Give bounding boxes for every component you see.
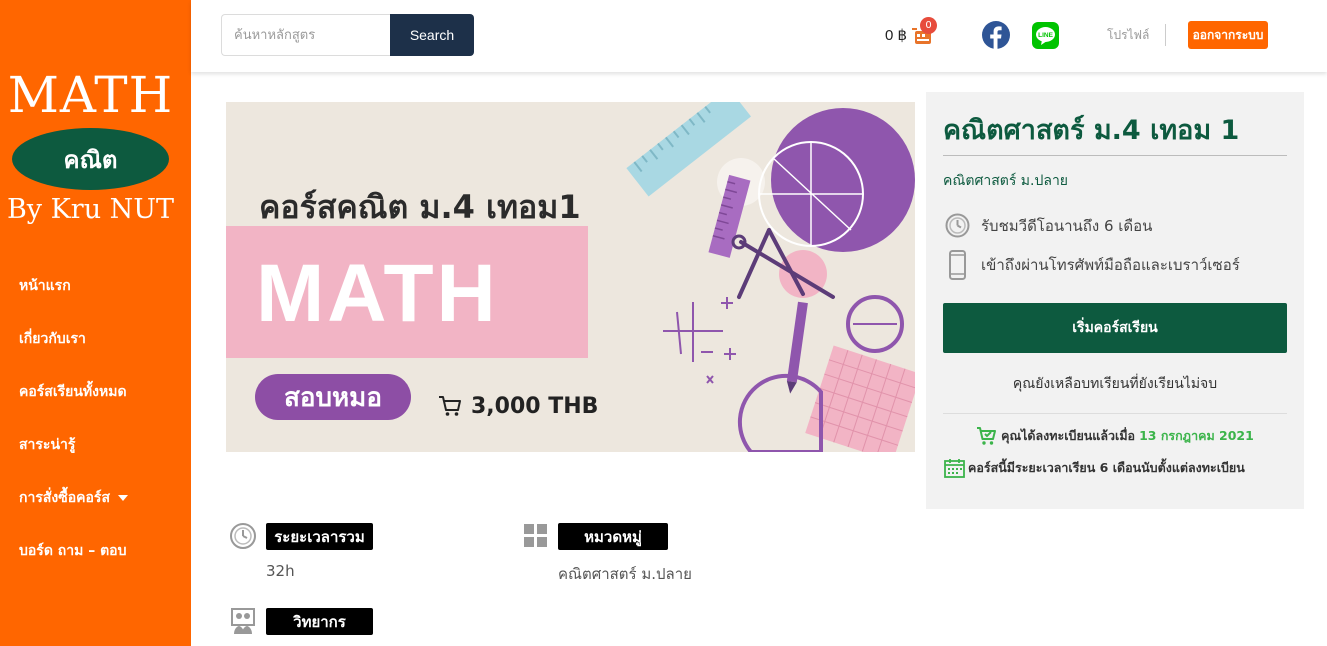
line-icon[interactable]: LINE: [1032, 22, 1059, 49]
sidebar-item-articles[interactable]: สาระน่ารู้: [19, 434, 75, 456]
banner-math-text: MATH: [256, 248, 499, 339]
sidebar-item-label: สาระน่ารู้: [19, 437, 76, 453]
feature-text: เข้าถึงผ่านโทรศัพท์มือถือและเบราว์เซอร์: [981, 256, 1240, 274]
sidebar-item-home[interactable]: หน้าแรก: [19, 275, 71, 297]
course-info-panel: คณิตศาสตร์ ม.4 เทอม 1 คณิตศาสตร์ ม.ปลาย …: [926, 92, 1304, 509]
sidebar-item-label: หน้าแรก: [19, 278, 71, 294]
sidebar-item-label: การสั่งซื้อคอร์ส: [19, 490, 110, 506]
duration-label: ระยะเวลารวม: [266, 523, 373, 550]
logo-byline: By Kru NUT: [6, 194, 175, 225]
cart-badge: 0: [920, 17, 937, 34]
calendar-icon: [944, 459, 965, 478]
course-category-link[interactable]: คณิตศาสตร์ ม.ปลาย: [943, 170, 1068, 192]
category-label: หมวดหมู่: [558, 523, 668, 550]
banner-pill: สอบหมอ: [255, 374, 411, 420]
sidebar-item-label: บอร์ด ถาม – ตอบ: [19, 543, 127, 559]
sidebar-item-label: เกี่ยวกับเรา: [19, 331, 86, 347]
header-divider: [1165, 24, 1166, 46]
remaining-lessons-text: คุณยังเหลือบทเรียนที่ยังเรียนไม่จบ: [1012, 376, 1218, 392]
math-tools-illustration: [626, 102, 915, 452]
profile-link[interactable]: โปรไฟล์: [1107, 26, 1149, 45]
duration-note: คอร์สนี้มีระยะเวลาเรียน 6 เดือนนับตั้งแต…: [944, 458, 1294, 478]
grid-icon: [524, 524, 547, 547]
sidebar: MATH คณิต By Kru NUT หน้าแรก เกี่ยวกับเร…: [0, 0, 191, 646]
banner-price: 3,000 THB: [471, 394, 599, 419]
phone-icon: [949, 250, 966, 280]
sidebar-item-label: คอร์สเรียนทั้งหมด: [19, 384, 127, 400]
sidebar-item-all-courses[interactable]: คอร์สเรียนทั้งหมด: [19, 381, 127, 403]
sidebar-item-order[interactable]: การสั่งซื้อคอร์ส: [19, 487, 128, 509]
top-header: Search 0 ฿ 0 LINE โปรไฟล์ ออกจากระบบ: [191, 0, 1327, 72]
feature-video-duration: รับชมวีดีโอนานถึง 6 เดือน: [945, 213, 1152, 238]
chevron-down-icon: [118, 495, 128, 501]
sidebar-item-about[interactable]: เกี่ยวกับเรา: [19, 328, 86, 350]
facebook-icon[interactable]: [982, 21, 1010, 49]
cart-check-icon: [977, 427, 997, 445]
search-input[interactable]: [221, 14, 390, 56]
cart-amount: 0 ฿: [885, 27, 908, 44]
svg-text:LINE: LINE: [1038, 32, 1053, 39]
instructor-icon: [231, 608, 255, 634]
feature-text: รับชมวีดีโอนานถึง 6 เดือน: [981, 216, 1153, 235]
logo-oval: คณิต: [12, 128, 169, 190]
panel-divider: [943, 413, 1287, 414]
start-course-button[interactable]: เริ่มคอร์สเรียน: [943, 303, 1287, 353]
clock-icon: [945, 213, 970, 238]
registration-date: 13 กรกฎาคม 2021: [1139, 428, 1254, 443]
registration-label: คุณได้ลงทะเบียนแล้วเมื่อ: [1001, 428, 1136, 443]
course-banner: คอร์สคณิต ม.4 เทอม1 MATH สอบหมอ 3,000 TH…: [226, 102, 915, 452]
clock-icon: [230, 523, 256, 549]
logo-math-text: MATH: [7, 66, 174, 124]
cart-icon: [439, 396, 461, 416]
course-title: คณิตศาสตร์ ม.4 เทอม 1: [943, 115, 1240, 146]
duration-note-text: คอร์สนี้มีระยะเวลาเรียน 6 เดือนนับตั้งแต…: [968, 460, 1245, 475]
search-button[interactable]: Search: [390, 14, 474, 56]
instructor-label: วิทยากร: [266, 608, 373, 635]
registration-info: คุณได้ลงทะเบียนแล้วเมื่อ 13 กรกฎาคม 2021: [943, 426, 1287, 446]
feature-device-access: เข้าถึงผ่านโทรศัพท์มือถือและเบราว์เซอร์: [945, 250, 1240, 280]
panel-divider: [943, 155, 1287, 156]
sidebar-item-qa-board[interactable]: บอร์ด ถาม – ตอบ: [19, 540, 126, 562]
duration-value: 32h: [266, 562, 295, 580]
category-value: คณิตศาสตร์ ม.ปลาย: [558, 565, 692, 583]
logout-button[interactable]: ออกจากระบบ: [1188, 21, 1268, 49]
